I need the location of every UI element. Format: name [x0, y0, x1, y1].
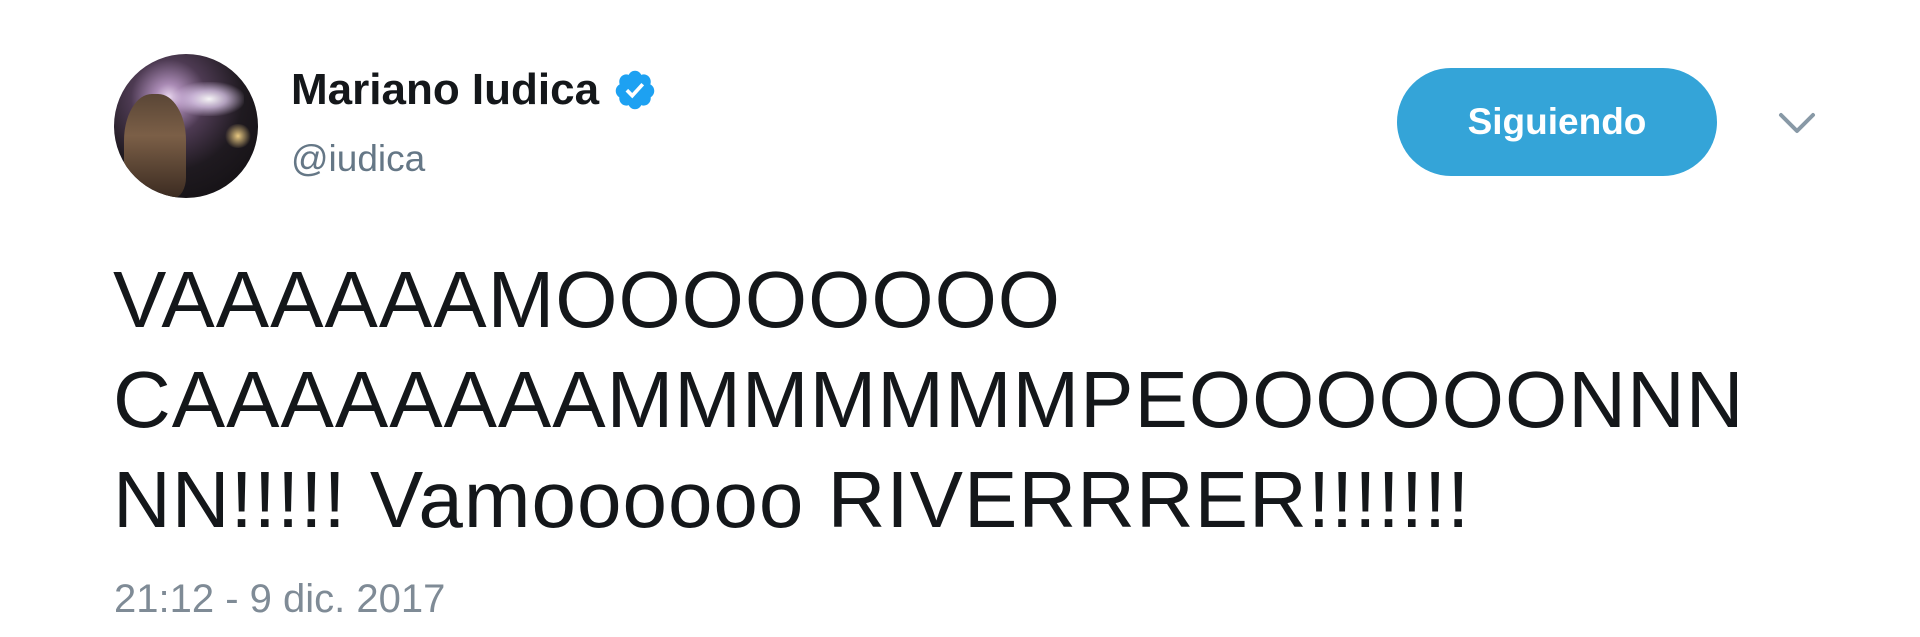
avatar-light-decoration-2: [224, 124, 252, 148]
tweet-text-line: CAAAAAAAAMMMMMMMPEOOOOOONNN: [113, 355, 1745, 444]
following-button[interactable]: Siguiendo: [1397, 68, 1717, 176]
tweet-text-line: NN!!!!! Vamoooooo RIVERRRER!!!!!!!: [113, 455, 1471, 544]
author-name-row: Mariano Iudica: [291, 62, 657, 118]
avatar-light-decoration: [174, 82, 244, 116]
display-name[interactable]: Mariano Iudica: [291, 65, 599, 115]
avatar[interactable]: [114, 54, 258, 198]
verified-badge-icon: [615, 70, 655, 110]
tweet-timestamp[interactable]: 21:12 - 9 dic. 2017: [114, 577, 445, 622]
tweet-text: VAAAAAAMOOOOOOOO CAAAAAAAAMMMMMMMPEOOOOO…: [113, 250, 1833, 550]
author-handle[interactable]: @iudica: [291, 138, 425, 180]
avatar-figure-decoration: [124, 94, 186, 198]
tweet-card: Mariano Iudica @iudica Siguiendo VAAAAAA…: [0, 0, 1920, 637]
chevron-down-icon[interactable]: [1778, 110, 1816, 136]
tweet-text-line: VAAAAAAMOOOOOOOO: [113, 255, 1062, 344]
